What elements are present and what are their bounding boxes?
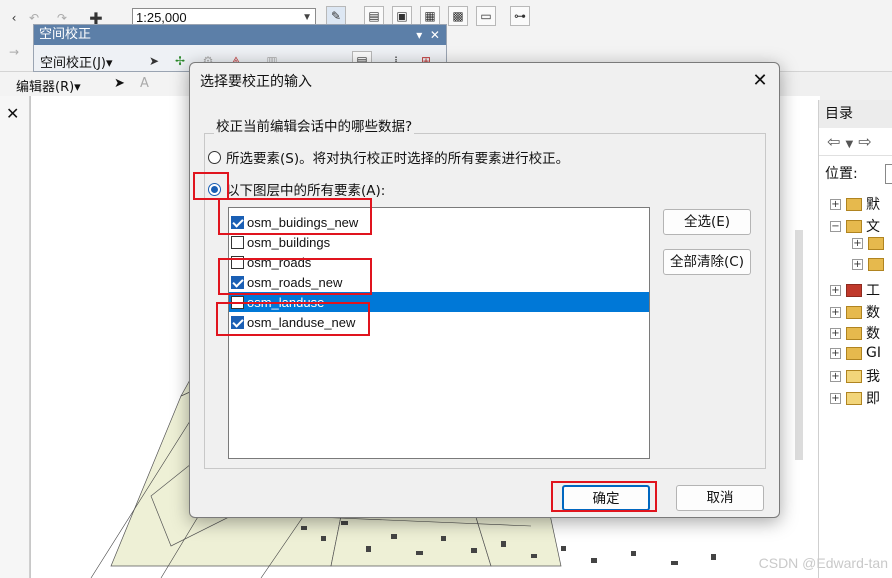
location-label: 位置: [825, 166, 858, 182]
building [501, 541, 506, 547]
folder-icon [868, 237, 884, 250]
building [711, 554, 716, 560]
layer-name: osm_buildings [247, 234, 331, 250]
annotation-highlight [216, 302, 370, 336]
expand-icon[interactable]: + [830, 327, 841, 339]
catalog-tree-item[interactable]: + [852, 258, 888, 271]
folder-icon [846, 369, 862, 383]
option-all-layers[interactable]: 以下图层中的所有要素(A): [208, 179, 385, 199]
database-icon [846, 305, 862, 319]
back-icon[interactable]: ‹ [4, 8, 24, 28]
close-icon[interactable]: ✕ [6, 104, 19, 123]
expand-icon[interactable]: + [830, 370, 841, 382]
editor-menu[interactable]: 编辑器(R)▾ [16, 76, 81, 95]
catalog-tree-item[interactable]: + 数 [830, 302, 880, 322]
toolbox-icon [846, 283, 862, 297]
table-icon[interactable]: ▤ [364, 6, 384, 26]
catalog-tree-item[interactable]: − 文 [830, 216, 880, 236]
list-item[interactable]: osm_buildings [229, 232, 649, 252]
option-selected-features-label: 所选要素(S)。将对执行校正时选择的所有要素进行校正。 [226, 151, 570, 167]
option-all-layers-label: 以下图层中的所有要素(A): [226, 183, 386, 199]
catalog-tree-item[interactable]: + 即 [830, 388, 880, 408]
annotation-highlight [551, 481, 657, 512]
close-icon[interactable]: ✕ [749, 71, 771, 93]
toolbar-controls[interactable]: ▾ ✕ [416, 25, 440, 45]
forward-arrow-icon[interactable]: ⇨ [858, 132, 871, 151]
folder-icon [846, 219, 862, 233]
map-scrollbar[interactable] [795, 230, 803, 460]
clear-all-button[interactable]: 全部清除(C) [663, 249, 751, 275]
python-window-icon[interactable]: ▭ [476, 6, 496, 26]
new-link-icon[interactable]: ✢ [170, 51, 190, 71]
catalog-tree-item[interactable]: + [852, 237, 888, 250]
table-of-contents-strip [0, 96, 30, 578]
annotation-highlight [218, 258, 372, 295]
building [441, 536, 446, 541]
group-label: 校正当前编辑会话中的哪些数据? [214, 115, 415, 135]
catalog-location: 位置: [819, 156, 892, 192]
catalog-title: 目录 [819, 100, 892, 128]
folder-icon [846, 391, 862, 405]
dialog-title: 选择要校正的输入 [200, 74, 312, 90]
collapse-icon[interactable]: − [830, 220, 841, 232]
forward-arrow-icon[interactable]: → [4, 42, 24, 62]
catalog-icon[interactable]: ▦ [420, 6, 440, 26]
annotation-highlight [193, 172, 229, 200]
expand-icon[interactable]: + [852, 259, 863, 270]
building [471, 548, 477, 553]
catalog-tree-item[interactable]: + 默 [830, 194, 880, 214]
database-icon [846, 326, 862, 340]
catalog-tree-item[interactable]: + 工 [830, 280, 880, 300]
building [391, 534, 397, 539]
expand-icon[interactable]: + [830, 347, 841, 359]
toolbar-title-text: 空间校正 [39, 27, 92, 42]
expand-icon[interactable]: + [830, 284, 841, 296]
toolbar-title[interactable]: 空间校正 ▾ ✕ [34, 25, 446, 45]
building [531, 554, 537, 558]
folder-icon [846, 197, 862, 211]
catalog-tree-item[interactable]: + GI [830, 345, 881, 361]
watermark: CSDN @Edward-tan [758, 555, 888, 571]
cancel-button[interactable]: 取消 [676, 485, 764, 511]
chevron-down-icon[interactable]: ▼ [846, 139, 854, 150]
spatial-adjustment-menu[interactable]: 空间校正(J)▾ [40, 52, 113, 71]
expand-icon[interactable]: + [830, 198, 841, 210]
folder-icon [868, 258, 884, 271]
building [301, 526, 307, 530]
expand-icon[interactable]: + [830, 392, 841, 404]
catalog-nav[interactable]: ⇦ ▼ ⇨ [819, 128, 892, 156]
building [321, 536, 326, 541]
expand-icon[interactable]: + [830, 306, 841, 318]
edit-tool-icon[interactable]: ➤ [114, 76, 125, 91]
catalog-tree-item[interactable]: + 数 [830, 323, 880, 343]
select-arrow-icon[interactable]: ➤ [144, 51, 164, 71]
building [341, 521, 348, 525]
option-selected-features[interactable]: 所选要素(S)。将对执行校正时选择的所有要素进行校正。 [208, 147, 569, 167]
location-input[interactable] [885, 164, 892, 184]
annotation-tool-icon[interactable]: A [140, 76, 149, 91]
gis-server-icon [846, 346, 862, 360]
scale-value: 1:25,000 [136, 10, 187, 25]
building [366, 546, 371, 552]
expand-icon[interactable]: + [852, 238, 863, 249]
editor-toolbar-icon[interactable]: ✎ [326, 6, 346, 26]
map-window-icon[interactable]: ▣ [392, 6, 412, 26]
layer-checkbox[interactable] [231, 235, 244, 249]
building [561, 546, 566, 551]
building [631, 551, 636, 556]
model-builder-icon[interactable]: ⊶ [510, 6, 530, 26]
annotation-highlight [218, 198, 372, 235]
building [416, 551, 423, 555]
back-arrow-icon[interactable]: ⇦ [827, 132, 840, 151]
building [671, 561, 678, 565]
building [591, 558, 597, 563]
select-all-button[interactable]: 全选(E) [663, 209, 751, 235]
catalog-tree-item[interactable]: + 我 [830, 366, 880, 386]
toolbox-icon[interactable]: ▩ [448, 6, 468, 26]
radio-selected-features[interactable] [208, 150, 221, 164]
editor-toolbar: 编辑器(R)▾ ➤ A [0, 72, 200, 96]
